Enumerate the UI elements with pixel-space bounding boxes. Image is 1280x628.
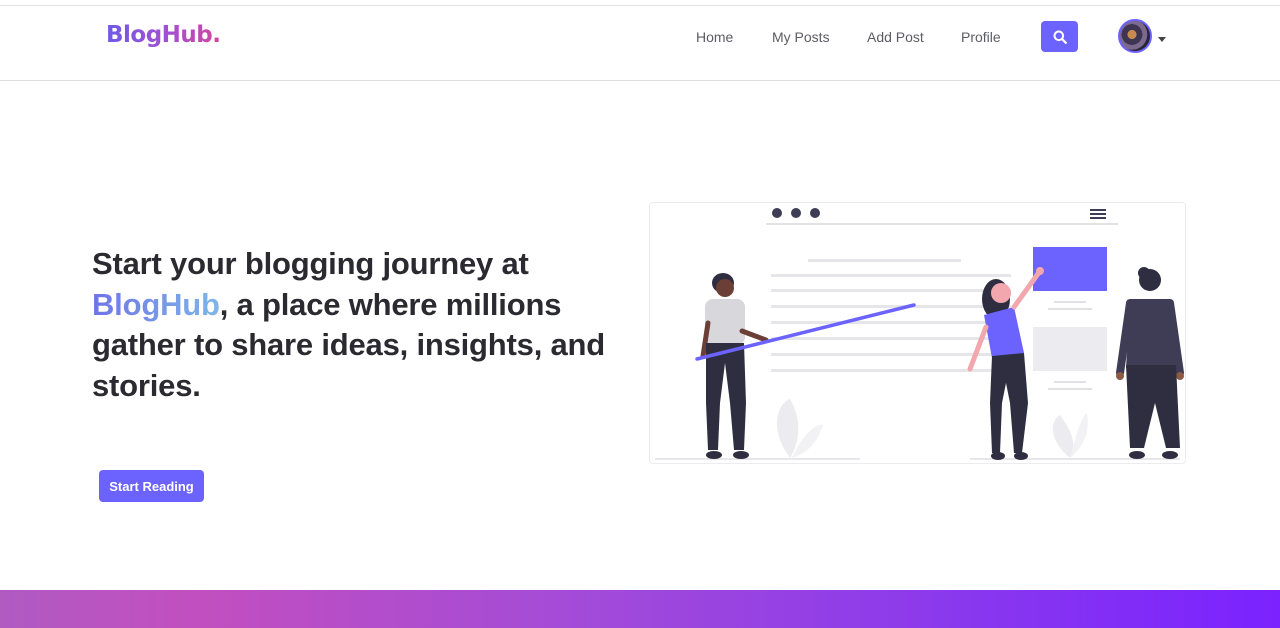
nav-profile[interactable]: Profile — [961, 29, 1001, 45]
user-avatar[interactable] — [1118, 19, 1152, 53]
search-button[interactable] — [1041, 21, 1078, 52]
hero-title-highlight: BlogHub — [92, 286, 220, 322]
hero-title: Start your blogging journey at BlogHub, … — [92, 244, 632, 406]
blogging-illustration — [655, 208, 1184, 460]
brand-logo[interactable]: BlogHub. — [106, 22, 221, 48]
chevron-down-icon[interactable] — [1158, 37, 1166, 42]
footer-gradient-band — [0, 590, 1280, 628]
nav-my-posts[interactable]: My Posts — [772, 29, 830, 45]
navbar: BlogHub. Home My Posts Add Post Profile — [0, 6, 1280, 81]
nav-add-post[interactable]: Add Post — [867, 29, 924, 45]
hero-title-prefix: Start your blogging journey at — [92, 246, 529, 281]
search-icon — [1053, 30, 1067, 44]
nav-home[interactable]: Home — [696, 29, 733, 45]
start-reading-button[interactable]: Start Reading — [99, 470, 204, 502]
hero-illustration — [649, 202, 1186, 464]
